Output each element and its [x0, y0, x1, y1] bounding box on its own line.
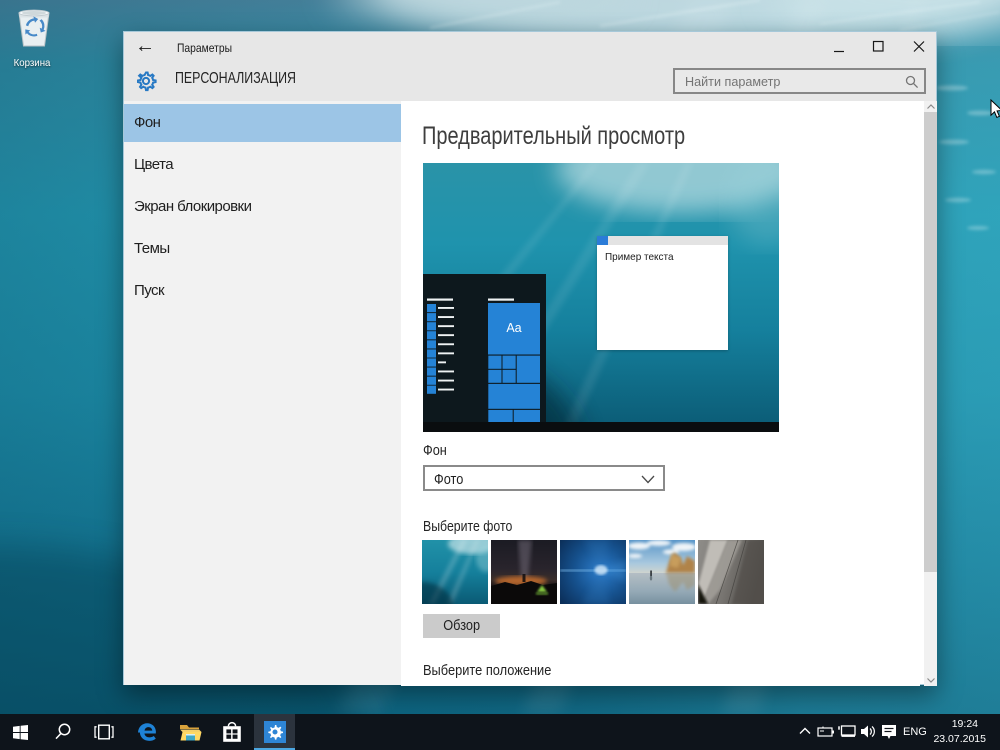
svg-text:Aa: Aa — [506, 321, 521, 335]
